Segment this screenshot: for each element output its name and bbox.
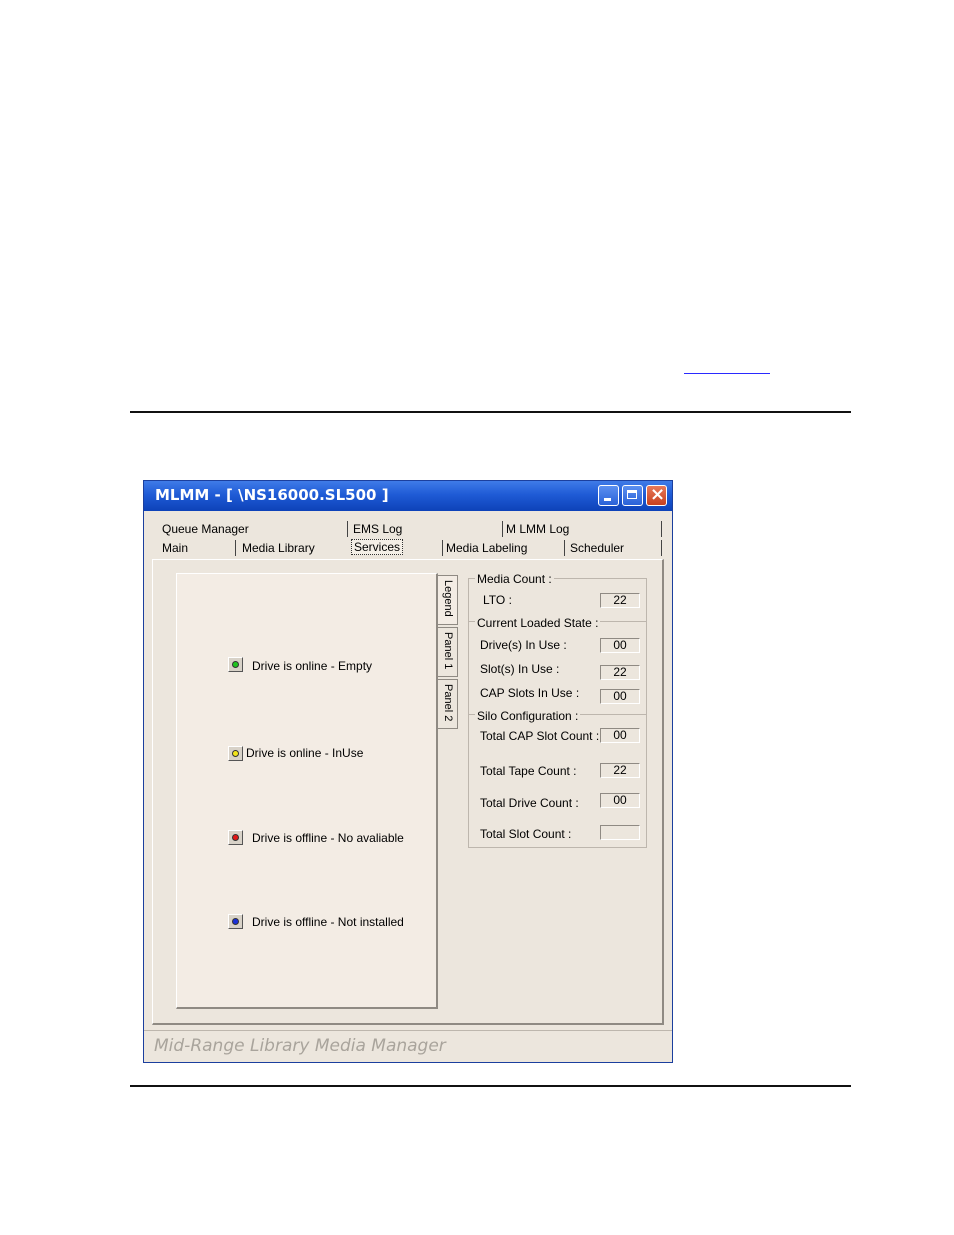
total-slot-count-label: Total Slot Count : (480, 827, 572, 841)
status-bar: Mid-Range Library Media Manager (144, 1030, 672, 1062)
lto-value: 22 (600, 593, 640, 608)
tab-media-library[interactable]: Media Library (242, 541, 315, 555)
minimize-button[interactable] (598, 485, 619, 506)
tab-separator (235, 540, 236, 556)
side-tab-panel-1-label: Panel 1 (442, 632, 454, 670)
led-offline-not-installed (228, 914, 243, 929)
total-cap-slot-count-value: 00 (600, 728, 640, 743)
total-cap-slot-count-label: Total CAP Slot Count : (480, 729, 600, 743)
drives-in-use-value: 00 (600, 638, 640, 653)
status-text: Mid-Range Library Media Manager (154, 1036, 446, 1056)
side-tab-panel-2-label: Panel 2 (442, 684, 454, 722)
close-icon: × (650, 484, 666, 505)
tab-separator (661, 540, 662, 556)
yellow-led-icon (232, 750, 239, 757)
horizontal-rule-top (130, 411, 851, 413)
tab-queue-manager[interactable]: Queue Manager (162, 522, 249, 536)
cap-slots-in-use-label: CAP Slots In Use : (480, 686, 580, 700)
total-drive-count-value: 00 (600, 793, 640, 808)
title-bar[interactable]: MLMM - [ \NS16000.SL500 ] × (144, 481, 672, 511)
tab-separator (347, 521, 348, 537)
green-led-icon (232, 661, 239, 668)
maximize-button[interactable] (622, 485, 643, 506)
mlmm-window: MLMM - [ \NS16000.SL500 ] × Queue Manage… (143, 480, 673, 1063)
slots-in-use-value: 22 (600, 665, 640, 680)
tab-separator (661, 521, 662, 537)
tab-media-labeling[interactable]: Media Labeling (446, 541, 527, 555)
legend-label-offline-not-available: Drive is offline - No avaliable (252, 831, 404, 845)
tab-services[interactable]: Services (351, 539, 404, 555)
tab-mlmm-log[interactable]: M LMM Log (506, 522, 569, 536)
legend-label-online-empty: Drive is online - Empty (252, 659, 373, 673)
side-tab-panel-1[interactable]: Panel 1 (438, 627, 458, 677)
legend-panel: Drive is online - Empty Drive is online … (176, 573, 438, 1009)
cap-slots-in-use-value: 00 (600, 689, 640, 704)
led-offline-not-available (228, 830, 243, 845)
lto-label: LTO : (483, 593, 512, 607)
legend-label-online-inuse: Drive is online - InUse (246, 746, 364, 760)
red-led-icon (232, 834, 239, 841)
side-tab-legend[interactable]: Legend (438, 575, 458, 625)
side-tab-panel-2[interactable]: Panel 2 (438, 679, 458, 729)
close-button[interactable]: × (646, 484, 667, 506)
window-title: MLMM - [ \NS16000.SL500 ] (155, 486, 389, 504)
total-slot-count-value (600, 825, 640, 840)
total-tape-count-label: Total Tape Count : (480, 764, 577, 778)
tab-ems-log[interactable]: EMS Log (353, 522, 402, 536)
side-tab-legend-label: Legend (442, 580, 454, 617)
silo-configuration-title: Silo Configuration : (475, 709, 581, 723)
horizontal-rule-bottom (130, 1085, 851, 1087)
tab-scheduler[interactable]: Scheduler (570, 541, 624, 555)
total-tape-count-value: 22 (600, 763, 640, 778)
led-online-inuse (228, 746, 243, 761)
blue-led-icon (232, 918, 239, 925)
current-loaded-state-title: Current Loaded State : (475, 616, 601, 630)
led-online-empty (228, 657, 243, 672)
slots-in-use-label: Slot(s) In Use : (480, 662, 560, 676)
media-count-title: Media Count : (475, 572, 554, 586)
tab-separator (502, 521, 503, 537)
tab-separator (442, 540, 443, 556)
legend-label-offline-not-installed: Drive is offline - Not installed (252, 915, 404, 929)
total-drive-count-label: Total Drive Count : (480, 796, 579, 810)
hyperlink-underline[interactable] (684, 373, 770, 374)
drives-in-use-label: Drive(s) In Use : (480, 638, 567, 652)
tab-main[interactable]: Main (162, 541, 188, 555)
tab-separator (564, 540, 565, 556)
